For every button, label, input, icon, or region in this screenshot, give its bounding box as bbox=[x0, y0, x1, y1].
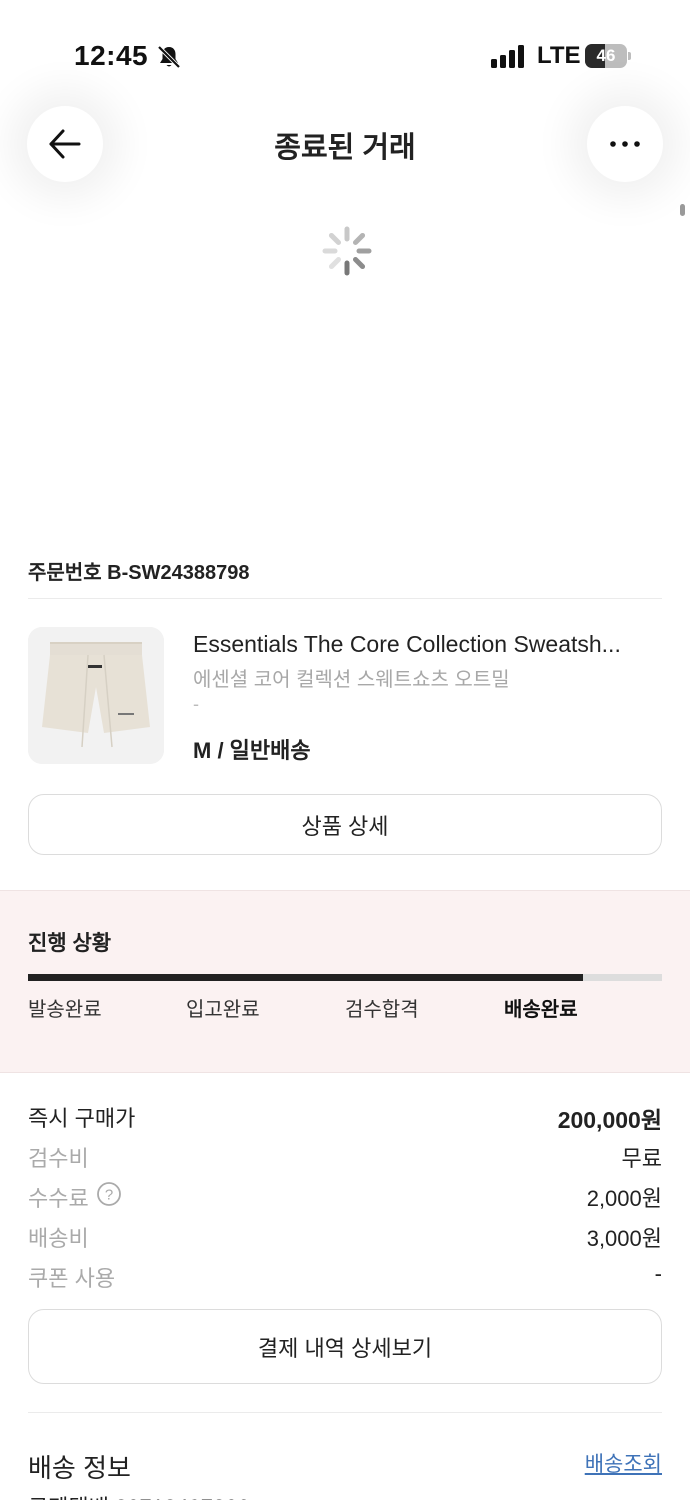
divider bbox=[28, 598, 662, 599]
price-row-inspection: 검수비 무료 bbox=[28, 1141, 662, 1171]
divider bbox=[28, 1412, 662, 1413]
svg-text:?: ? bbox=[105, 1187, 113, 1204]
product-detail-button[interactable]: 상품 상세 bbox=[28, 794, 662, 855]
step-inspected: 검수합격 bbox=[345, 999, 419, 1021]
price-label: 수수료 bbox=[28, 1186, 89, 1211]
network-label: LTE bbox=[537, 42, 581, 69]
step-shipped: 발송완료 bbox=[28, 999, 102, 1021]
price-label: 검수비 bbox=[28, 1146, 89, 1171]
more-horizontal-icon bbox=[610, 141, 640, 147]
price-value: 2,000원 bbox=[586, 1186, 662, 1211]
price-row-shipping: 배송비 3,000원 bbox=[28, 1221, 662, 1251]
signal-icon bbox=[491, 45, 524, 68]
step-received: 입고완료 bbox=[186, 999, 260, 1021]
product-image[interactable] bbox=[28, 627, 164, 764]
progress-fill bbox=[28, 974, 583, 981]
bell-slash-icon bbox=[157, 45, 181, 69]
tracking-link[interactable]: 배송조회 bbox=[585, 1448, 662, 1478]
scrollbar[interactable] bbox=[680, 204, 685, 216]
product-name-korean: 에센셜 코어 컬렉션 스웨트쇼츠 오트밀 bbox=[193, 669, 510, 691]
price-label: 즉시 구매가 bbox=[28, 1106, 136, 1131]
step-delivered: 배송완료 bbox=[504, 999, 578, 1021]
price-row-coupon: 쿠폰 사용 - bbox=[28, 1261, 662, 1291]
price-row-fee: 수수료 ? 2,000원 bbox=[28, 1181, 662, 1211]
shorts-image bbox=[28, 627, 164, 764]
battery-level: 46 bbox=[596, 46, 616, 65]
product-option: M / 일반배송 bbox=[193, 738, 311, 763]
price-label: 배송비 bbox=[28, 1226, 89, 1251]
spinner-icon bbox=[322, 226, 372, 276]
progress-section: 진행 상황 발송완료 입고완료 검수합격 배송완료 bbox=[0, 890, 690, 1073]
order-number: 주문번호 B-SW24388798 bbox=[28, 562, 250, 584]
progress-bar bbox=[28, 974, 662, 981]
price-value: - bbox=[654, 1261, 662, 1286]
price-value: 200,000원 bbox=[557, 1107, 662, 1133]
price-value: 3,000원 bbox=[586, 1226, 662, 1251]
product-name[interactable]: Essentials The Core Collection Sweatsh..… bbox=[193, 631, 663, 658]
tracking-number: 로젠택배 30713497806 bbox=[28, 1490, 250, 1500]
question-circle-icon[interactable]: ? bbox=[96, 1181, 122, 1207]
price-value: 무료 bbox=[621, 1146, 662, 1171]
price-row-buy-now: 즉시 구매가 200,000원 bbox=[28, 1101, 662, 1133]
battery-icon: 46 bbox=[585, 44, 631, 68]
price-label: 쿠폰 사용 bbox=[28, 1266, 116, 1291]
status-bar: 12:45 LTE 46 bbox=[0, 0, 690, 100]
product-subtext: - bbox=[193, 694, 199, 714]
status-time: 12:45 bbox=[74, 40, 149, 71]
shipping-title: 배송 정보 bbox=[28, 1453, 131, 1483]
progress-title: 진행 상황 bbox=[28, 932, 112, 955]
payment-detail-button[interactable]: 결제 내역 상세보기 bbox=[28, 1309, 662, 1384]
more-button[interactable] bbox=[587, 106, 663, 182]
